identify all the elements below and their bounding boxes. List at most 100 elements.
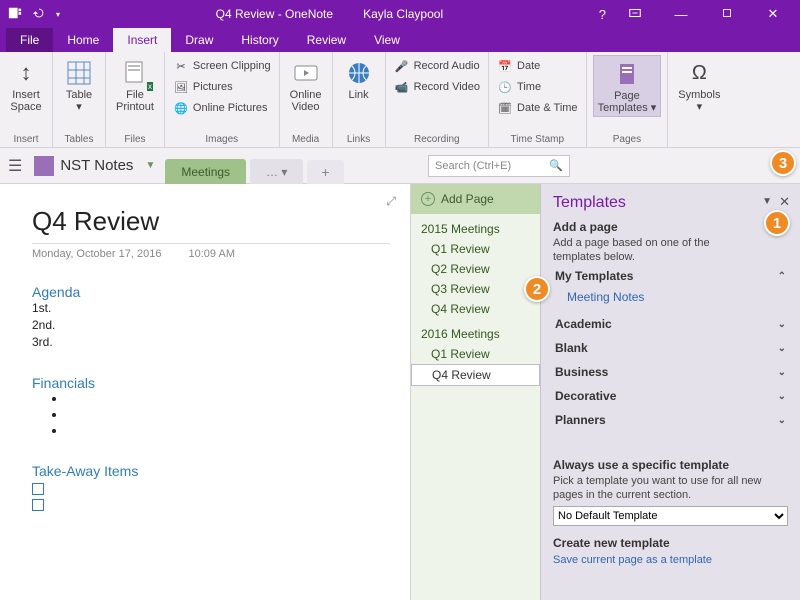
- notebook-dropdown-icon[interactable]: ▼: [139, 160, 161, 171]
- templates-cat-decorative[interactable]: Decorative⌄: [553, 384, 788, 408]
- pagelist-item[interactable]: Q1 Review: [411, 344, 540, 364]
- page-list: + Add Page 2015 Meetings Q1 Review Q2 Re…: [410, 184, 540, 600]
- date-time-button[interactable]: 🗓Date & Time: [495, 99, 580, 117]
- record-video-icon: 📹: [394, 79, 410, 95]
- templates-cat-planners[interactable]: Planners⌄: [553, 408, 788, 432]
- heading-financials[interactable]: Financials: [32, 375, 390, 391]
- tab-insert[interactable]: Insert: [113, 28, 171, 52]
- show-nav-icon[interactable]: ☰: [0, 156, 24, 176]
- file-printout-button[interactable]: x File Printout: [112, 55, 158, 115]
- templates-close-icon[interactable]: ✕: [779, 194, 790, 210]
- tab-view[interactable]: View: [360, 28, 414, 52]
- pagelist-group-2016[interactable]: 2016 Meetings: [411, 319, 540, 344]
- page-canvas[interactable]: ⤢ Q4 Review Monday, October 17, 2016 10:…: [0, 184, 410, 600]
- tab-draw[interactable]: Draw: [171, 28, 227, 52]
- group-files-label: Files: [112, 134, 158, 147]
- templates-create-heading: Create new template: [553, 536, 788, 550]
- pictures-icon: 🖼: [173, 79, 189, 95]
- section-tab-meetings[interactable]: Meetings: [165, 159, 246, 185]
- date-time-icon: 🗓: [497, 100, 513, 116]
- callout-2: 2: [524, 276, 550, 302]
- tab-home[interactable]: Home: [53, 28, 113, 52]
- add-page-icon: +: [421, 192, 435, 206]
- notebook-name[interactable]: NST Notes: [60, 157, 139, 174]
- default-template-select[interactable]: No Default Template: [553, 506, 788, 526]
- templates-add-page-heading: Add a page: [553, 220, 788, 234]
- onenote-logo-icon: [8, 6, 22, 23]
- help-button[interactable]: ?: [599, 7, 606, 22]
- search-icon: 🔍: [549, 159, 563, 172]
- heading-agenda[interactable]: Agenda: [32, 284, 390, 300]
- minimize-button[interactable]: —: [664, 7, 698, 22]
- templates-cat-business[interactable]: Business⌄: [553, 360, 788, 384]
- screen-clipping-button[interactable]: ✂Screen Clipping: [171, 57, 273, 75]
- date-button[interactable]: 📅Date: [495, 57, 580, 75]
- pictures-button[interactable]: 🖼Pictures: [171, 78, 273, 96]
- link-button[interactable]: Link: [339, 55, 379, 115]
- section-tab-more[interactable]: … ▾: [250, 159, 303, 185]
- undo-icon[interactable]: [32, 6, 46, 23]
- templates-pane: ▼ ✕ Templates Add a page Add a page base…: [540, 184, 800, 600]
- close-button[interactable]: ✕: [756, 6, 790, 22]
- page-title[interactable]: Q4 Review: [32, 206, 390, 244]
- pagelist-item[interactable]: Q3 Review: [411, 279, 540, 299]
- templates-always-desc: Pick a template you want to use for all …: [553, 474, 788, 502]
- insert-space-button[interactable]: ↕ Insert Space: [6, 55, 46, 115]
- templates-cat-academic[interactable]: Academic⌄: [553, 312, 788, 336]
- page-time: 10:09 AM: [189, 248, 235, 260]
- menu-bar: File Home Insert Draw History Review Vie…: [0, 28, 800, 52]
- file-printout-icon: x: [119, 57, 151, 89]
- financials-list[interactable]: [66, 391, 390, 439]
- add-section-tab[interactable]: +: [307, 160, 343, 184]
- user-name[interactable]: Kayla Claypool: [363, 7, 443, 21]
- pagelist-item[interactable]: Q2 Review: [411, 259, 540, 279]
- templates-cat-blank[interactable]: Blank⌄: [553, 336, 788, 360]
- pagelist-item-selected[interactable]: Q4 Review: [411, 364, 540, 386]
- agenda-line-2[interactable]: 2nd.: [32, 317, 390, 334]
- page-templates-button[interactable]: Page Templates ▾: [593, 55, 662, 117]
- save-as-template-link[interactable]: Save current page as a template: [553, 554, 788, 566]
- ribbon-display-icon[interactable]: [618, 6, 652, 23]
- todo-checkbox-1[interactable]: [32, 483, 44, 495]
- heading-takeaway[interactable]: Take-Away Items: [32, 463, 390, 479]
- templates-title: Templates: [553, 194, 788, 212]
- screen-clipping-icon: ✂: [173, 58, 189, 74]
- tab-review[interactable]: Review: [293, 28, 360, 52]
- time-button[interactable]: 🕒Time: [495, 78, 580, 96]
- online-video-icon: [290, 57, 322, 89]
- agenda-line-3[interactable]: 3rd.: [32, 334, 390, 351]
- templates-cat-mytemplates[interactable]: My Templates⌃: [553, 264, 788, 288]
- symbols-button[interactable]: Ω Symbols ▾: [674, 55, 724, 115]
- online-video-button[interactable]: Online Video: [286, 55, 326, 115]
- online-pictures-button[interactable]: 🌐Online Pictures: [171, 99, 273, 117]
- full-page-icon[interactable]: ⤢: [386, 194, 396, 209]
- add-page-button[interactable]: + Add Page: [411, 184, 540, 214]
- tab-history[interactable]: History: [227, 28, 292, 52]
- chevron-down-icon: ⌄: [778, 367, 786, 378]
- maximize-button[interactable]: [710, 6, 744, 23]
- templates-options-icon[interactable]: ▼: [762, 196, 772, 207]
- chevron-down-icon: ⌄: [778, 319, 786, 330]
- chevron-up-icon: ⌃: [778, 271, 786, 282]
- table-button[interactable]: Table ▾: [59, 55, 99, 115]
- symbols-icon: Ω: [683, 57, 715, 89]
- page-templates-icon: [611, 58, 643, 90]
- templates-add-page-desc: Add a page based on one of the templates…: [553, 236, 788, 264]
- callout-3: 3: [770, 150, 796, 176]
- search-input[interactable]: Search (Ctrl+E) 🔍: [428, 155, 570, 177]
- templates-always-heading: Always use a specific template: [553, 458, 788, 472]
- pagelist-item[interactable]: Q4 Review: [411, 299, 540, 319]
- online-pictures-icon: 🌐: [173, 100, 189, 116]
- group-recording-label: Recording: [392, 134, 482, 147]
- record-audio-button[interactable]: 🎤Record Audio: [392, 57, 482, 75]
- file-tab[interactable]: File: [6, 28, 53, 52]
- record-video-button[interactable]: 📹Record Video: [392, 78, 482, 96]
- agenda-line-1[interactable]: 1st.: [32, 300, 390, 317]
- group-insert-label: Insert: [6, 134, 46, 147]
- time-icon: 🕒: [497, 79, 513, 95]
- todo-checkbox-2[interactable]: [32, 499, 44, 511]
- pagelist-group-2015[interactable]: 2015 Meetings: [411, 214, 540, 239]
- template-meeting-notes[interactable]: Meeting Notes: [553, 288, 788, 312]
- pagelist-item[interactable]: Q1 Review: [411, 239, 540, 259]
- ribbon: ↕ Insert Space Insert Table ▾ Tables x F…: [0, 52, 800, 148]
